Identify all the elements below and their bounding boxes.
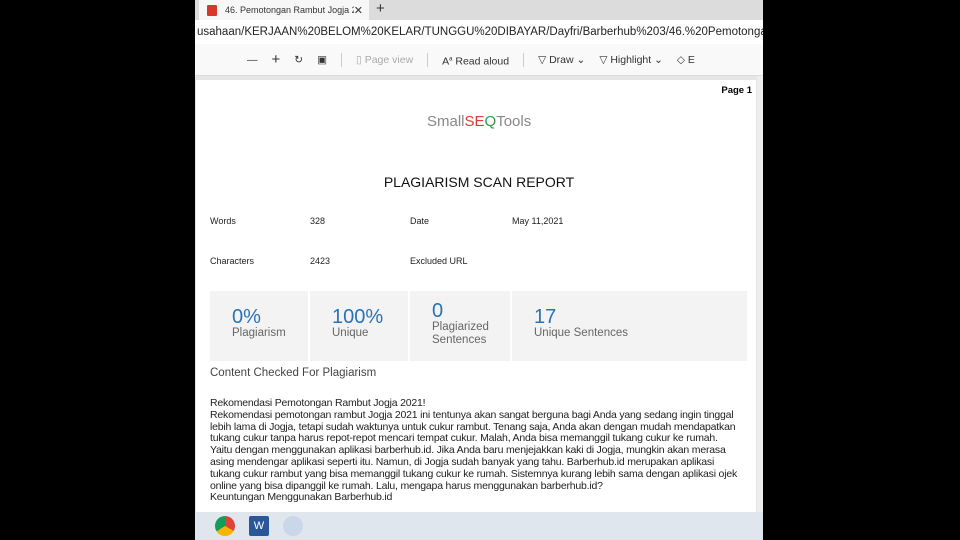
date-label: Date [410,216,430,226]
stat-unique: 100% Unique [310,291,410,361]
divider [427,52,429,67]
chrome-icon[interactable] [215,516,235,536]
page-number: Page 1 [721,85,752,96]
stat-unique-sentences: 17 Unique Sentences [534,306,628,339]
close-tab-icon[interactable]: ✕ [354,4,363,17]
zoom-out-button[interactable]: — [247,54,258,66]
scrollbar[interactable] [757,76,763,512]
report-title: PLAGIARISM SCAN REPORT [383,174,575,190]
taskbar: W [195,512,763,540]
text-line: asing mendengar aplikasi seperti itu. Na… [210,455,715,468]
tab-pdf[interactable]: 46. Pemotongan Rambut Jogja 2 ✕ [199,0,369,20]
smallseotools-logo: SmallSEQTools [427,113,532,130]
characters-value: 2423 [310,256,331,266]
words-label: Words [210,216,236,226]
address-bar[interactable]: usahaan/KERJAAN%20BELOM%20KELAR/TUNGGU%2… [195,20,763,44]
new-tab-icon[interactable]: + [376,0,385,18]
fit-page-icon[interactable]: ▣ [317,54,327,66]
rotate-icon[interactable]: ↻ [294,54,303,66]
highlight-label: Highlight [610,53,652,66]
draw-button[interactable]: ▽ Draw ⌄ [538,54,585,66]
zoom-in-button[interactable]: + [272,51,281,68]
paint-icon[interactable] [283,516,303,536]
content-text: Rekomendasi Pemotongan Rambut Jogja 2021… [210,397,754,504]
words-value: 328 [310,216,326,226]
tab-bar: 46. Pemotongan Rambut Jogja 2 ✕ + [195,0,763,20]
text-line: Rekomendasi pemotongan rambut Jogja 2021… [210,408,734,421]
divider [341,52,342,67]
highlight-button[interactable]: ▽ Highlight ⌄ [599,54,663,66]
characters-label: Characters [210,256,255,266]
pdf-icon [207,4,217,16]
stats-panel: 0% Plagiarism 100% Unique 0 Plagiarized Sen… [210,291,747,361]
excluded-url-label: Excluded URL [410,256,468,266]
pdf-page: Page 1 SmallSEQTools PLAGIARISM SCAN REP… [196,80,756,512]
read-aloud-label: Read aloud [455,55,510,68]
pdf-viewer: Page 1 SmallSEQTools PLAGIARISM SCAN REP… [195,76,763,512]
content-checked-heading: Content Checked For Plagiarism [210,367,377,379]
word-icon[interactable]: W [249,516,269,536]
pdf-toolbar: — + ↻ ▣ ▯ Page view Aₐ Read aloud ▽ Draw… [195,44,763,76]
page-view-button[interactable]: ▯ Page view [356,54,413,66]
text-line: tukang cukur rambut yang bisa memanggil … [210,467,738,480]
tab-title: 46. Pemotongan Rambut Jogja 2 [225,5,354,15]
divider [523,52,525,67]
text-line: Keuntungan Menggunakan Barberhub.id [210,491,393,504]
stat-plagiarism: 0% Plagiarism [210,291,310,361]
page-view-label: Page view [364,53,414,66]
read-aloud-button[interactable]: Aₐ Read aloud [442,52,509,68]
draw-label: Draw [549,53,574,66]
browser-window: 46. Pemotongan Rambut Jogja 2 ✕ + usahaa… [195,0,763,540]
erase-button[interactable]: ◇ E [677,54,695,66]
date-value: May 11,2021 [512,216,564,226]
stat-plagiarized-sentences: 0 Plagiarized Sentences [410,291,512,361]
erase-label: E [687,53,695,66]
